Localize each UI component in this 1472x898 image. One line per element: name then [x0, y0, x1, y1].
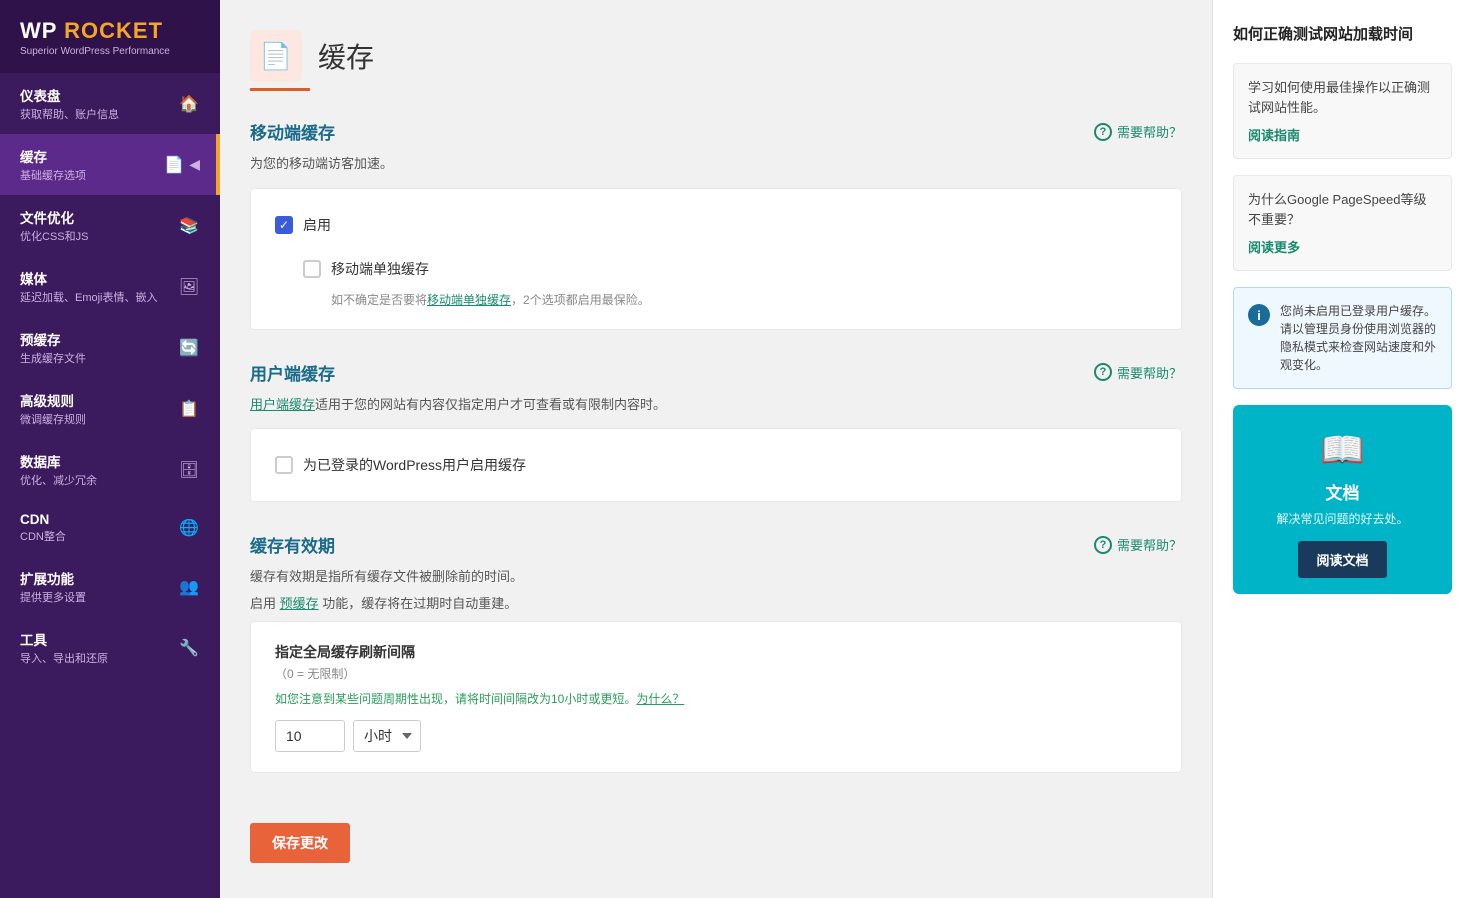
help-icon-2: ? — [1094, 363, 1112, 381]
expiry-value-input[interactable] — [275, 720, 345, 752]
sidebar-item-extensions[interactable]: 扩展功能 提供更多设置 👥 — [0, 556, 220, 617]
sidebar-item-advanced-rules[interactable]: 高级规则 微调缓存规则 📋 — [0, 378, 220, 439]
cache-icon: 📄 — [163, 155, 185, 175]
page-header-divider — [250, 88, 310, 91]
user-enable-label[interactable]: 为已登录的WordPress用户启用缓存 — [303, 455, 526, 475]
right-card-guide-link[interactable]: 阅读指南 — [1248, 128, 1300, 143]
page-title: 缓存 — [318, 36, 374, 76]
preload-icon: 🔄 — [178, 338, 200, 358]
user-cache-card: 为已登录的WordPress用户启用缓存 — [250, 428, 1182, 502]
main-content: 📄 缓存 移动端缓存 ? 需要帮助？ 为您的移动端访客加速。 启用 — [220, 0, 1472, 898]
mobile-cache-card: 启用 移动端单独缓存 如不确定是否要将移动端单独缓存，2个选项都启用最保险。 — [250, 188, 1182, 330]
help-icon: ? — [1094, 123, 1112, 141]
right-card-pagespeed: 为什么Google PageSpeed等级不重要？ 阅读更多 — [1233, 175, 1452, 271]
media-icon: 🖼 — [178, 277, 200, 297]
right-sidebar: 如何正确测试网站加载时间 学习如何使用最佳操作以正确测试网站性能。 阅读指南 为… — [1212, 0, 1472, 898]
cache-expiry-section: 缓存有效期 ? 需要帮助？ 缓存有效期是指所有缓存文件被删除前的时间。 启用 预… — [250, 532, 1182, 773]
preload-link[interactable]: 预缓存 — [280, 596, 319, 611]
mobile-cache-title: 移动端缓存 — [250, 119, 335, 144]
advanced-rules-icon: 📋 — [178, 399, 200, 419]
sidebar-item-preload[interactable]: 预缓存 生成缓存文件 🔄 — [0, 317, 220, 378]
expiry-input-row: 小时 天 — [275, 720, 1157, 752]
docs-sub: 解决常见问题的好去处。 — [1249, 510, 1436, 527]
mobile-cache-desc: 为您的移动端访客加速。 — [250, 154, 1182, 174]
mobile-separate-row: 移动端单独缓存 — [303, 253, 1157, 285]
info-card: i 您尚未启用已登录用户缓存。请以管理员身份使用浏览器的隐私模式来检查网站速度和… — [1233, 287, 1452, 389]
user-cache-title: 用户端缓存 — [250, 360, 335, 385]
sidebar-logo: WP ROCKET Superior WordPress Performance — [0, 0, 220, 73]
sidebar-item-tools[interactable]: 工具 导入、导出和还原 🔧 — [0, 617, 220, 678]
expiry-unit-select[interactable]: 小时 天 — [353, 720, 421, 752]
warning-text: 如您注意到某些问题周期性出现，请将时间间隔改为10小时或更短。为什么？ — [275, 690, 1157, 708]
extensions-icon: 👥 — [178, 577, 200, 597]
logo-brand: WP ROCKET — [20, 18, 200, 44]
cache-expiry-help[interactable]: ? 需要帮助？ — [1094, 535, 1182, 554]
cache-expiry-card: 指定全局缓存刷新间隔 （0 = 无限制） 如您注意到某些问题周期性出现，请将时间… — [250, 621, 1182, 773]
info-icon: i — [1248, 304, 1270, 326]
home-icon: 🏠 — [178, 94, 200, 114]
sidebar-item-file-optimize[interactable]: 文件优化 优化CSS和JS 📚 — [0, 195, 220, 256]
right-card-pagespeed-link[interactable]: 阅读更多 — [1248, 240, 1300, 255]
right-card-guide-text: 学习如何使用最佳操作以正确测试网站性能。 — [1248, 78, 1437, 117]
cache-expiry-title: 缓存有效期 — [250, 532, 335, 557]
user-cache-section: 用户端缓存 ? 需要帮助？ 用户端缓存适用于您的网站有内容仅指定用户才可查看或有… — [250, 360, 1182, 503]
mobile-cache-help[interactable]: ? 需要帮助？ — [1094, 122, 1182, 141]
user-cache-help[interactable]: ? 需要帮助？ — [1094, 363, 1182, 382]
mobile-separate-label[interactable]: 移动端单独缓存 — [331, 259, 429, 279]
cdn-icon: 🌐 — [178, 518, 200, 538]
user-cache-link[interactable]: 用户端缓存 — [250, 397, 315, 412]
docs-button[interactable]: 阅读文档 — [1298, 541, 1386, 578]
user-enable-checkbox[interactable] — [275, 456, 293, 474]
mobile-enable-label[interactable]: 启用 — [303, 215, 331, 235]
cache-expiry-note1: 缓存有效期是指所有缓存文件被删除前的时间。 — [250, 567, 1182, 588]
sidebar-item-dashboard[interactable]: 仪表盘 获取帮助、账户信息 🏠 — [0, 73, 220, 134]
mobile-separate-note: 如不确定是否要将移动端单独缓存，2个选项都启用最保险。 — [331, 291, 1157, 309]
docs-card: 📖 文档 解决常见问题的好去处。 阅读文档 — [1233, 405, 1452, 594]
chevron-icon: ◀ — [189, 156, 200, 173]
right-card-guide: 学习如何使用最佳操作以正确测试网站性能。 阅读指南 — [1233, 63, 1452, 159]
file-optimize-icon: 📚 — [178, 216, 200, 236]
right-card-pagespeed-text: 为什么Google PageSpeed等级不重要？ — [1248, 190, 1437, 229]
database-icon: 🗄 — [178, 460, 200, 480]
user-enable-row: 为已登录的WordPress用户启用缓存 — [275, 449, 1157, 481]
refresh-label: 指定全局缓存刷新间隔 — [275, 642, 1157, 662]
why-link[interactable]: 为什么？ — [636, 692, 684, 706]
sidebar-item-cache[interactable]: 缓存 基础缓存选项 📄 ◀ — [0, 134, 220, 195]
sidebar-item-database[interactable]: 数据库 优化、减少冗余 🗄 — [0, 439, 220, 500]
logo-tagline: Superior WordPress Performance — [20, 46, 200, 57]
page-header-icon: 📄 — [250, 30, 302, 82]
docs-book-icon: 📖 — [1249, 429, 1436, 471]
info-card-text: 您尚未启用已登录用户缓存。请以管理员身份使用浏览器的隐私模式来检查网站速度和外观… — [1280, 302, 1437, 374]
sidebar-nav: 仪表盘 获取帮助、账户信息 🏠 缓存 基础缓存选项 📄 ◀ 文件优化 优化CSS… — [0, 73, 220, 898]
mobile-separate-link[interactable]: 移动端单独缓存 — [427, 293, 511, 307]
right-sidebar-title: 如何正确测试网站加载时间 — [1233, 24, 1452, 45]
page-header: 📄 缓存 — [250, 30, 1182, 82]
save-button[interactable]: 保存更改 — [250, 823, 350, 863]
help-icon-3: ? — [1094, 536, 1112, 554]
user-cache-desc: 用户端缓存适用于您的网站有内容仅指定用户才可查看或有限制内容时。 — [250, 395, 1182, 415]
mobile-separate-checkbox[interactable] — [303, 260, 321, 278]
content-area: 📄 缓存 移动端缓存 ? 需要帮助？ 为您的移动端访客加速。 启用 — [220, 0, 1212, 898]
mobile-cache-section: 移动端缓存 ? 需要帮助？ 为您的移动端访客加速。 启用 移动端单独缓存 — [250, 119, 1182, 330]
sidebar: WP ROCKET Superior WordPress Performance… — [0, 0, 220, 898]
mobile-enable-checkbox[interactable] — [275, 216, 293, 234]
cache-expiry-note2: 启用 预缓存 功能，缓存将在过期时自动重建。 — [250, 594, 1182, 615]
docs-title: 文档 — [1249, 479, 1436, 504]
refresh-sub: （0 = 无限制） — [275, 665, 1157, 682]
mobile-enable-row: 启用 — [275, 209, 1157, 241]
sidebar-item-cdn[interactable]: CDN CDN整合 🌐 — [0, 500, 220, 556]
tools-icon: 🔧 — [178, 638, 200, 658]
sidebar-item-media[interactable]: 媒体 延迟加载、Emoji表情、嵌入 🖼 — [0, 256, 220, 317]
